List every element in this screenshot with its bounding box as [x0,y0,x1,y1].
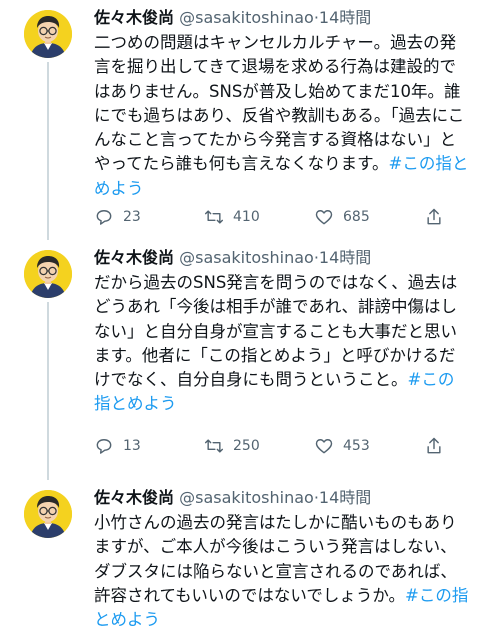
like-count: 685 [343,209,370,225]
retweet-count: 250 [233,438,260,454]
avatar[interactable] [24,250,72,298]
tweet-header: 佐々木俊尚 @sasakitoshinao·14時間 [94,246,470,270]
tweet-body: 小竹さんの過去の発言はたしかに酷いものもありますが、ご本人が今後はこういう発言は… [94,513,457,605]
display-name[interactable]: 佐々木俊尚 [94,488,174,507]
action-bar: 23 410 685 [94,207,454,227]
retweet-icon [204,439,224,453]
share-button[interactable] [424,436,454,456]
retweet-count: 410 [233,209,260,225]
tweet-text: 二つめの問題はキャンセルカルチャー。過去の発言を掘り出してきて退場を求める行為は… [94,31,470,201]
tweet-body: 二つめの問題はキャンセルカルチャー。過去の発言を掘り出してきて退場を求める行為は… [94,33,465,174]
tweet-header: 佐々木俊尚 @sasakitoshinao·14時間 [94,486,470,510]
timestamp[interactable]: 14時間 [319,488,371,507]
avatar-illustration [24,250,72,298]
like-icon [315,210,333,225]
tweet-body: だから過去のSNS発言を問うのではなく、過去はどうあれ「今後は相手が誰であれ、誹… [94,273,458,390]
share-button[interactable] [424,207,454,227]
timestamp[interactable]: 14時間 [319,8,371,27]
display-name[interactable]: 佐々木俊尚 [94,8,174,27]
tweet-2[interactable]: 佐々木俊尚 @sasakitoshinao·14時間 だから過去のSNS発言を問… [0,240,480,480]
retweet-icon [204,210,224,224]
action-bar: 13 250 453 [94,436,454,456]
thread-line [47,62,49,240]
timestamp[interactable]: 14時間 [319,248,371,267]
user-handle[interactable]: @sasakitoshinao [179,8,314,27]
avatar[interactable] [24,10,72,58]
tweet-text: 小竹さんの過去の発言はたしかに酷いものもありますが、ご本人が今後はこういう発言は… [94,511,470,632]
like-button[interactable]: 453 [314,436,424,456]
reply-count: 23 [123,209,141,225]
reply-icon [96,210,112,225]
retweet-button[interactable]: 410 [204,207,314,227]
reply-icon [96,439,112,454]
avatar-illustration [24,490,72,538]
reply-count: 13 [123,438,141,454]
like-count: 453 [343,438,370,454]
share-icon [427,437,441,454]
like-icon [315,439,333,454]
display-name[interactable]: 佐々木俊尚 [94,248,174,267]
tweet-3[interactable]: 佐々木俊尚 @sasakitoshinao·14時間 小竹さんの過去の発言はたし… [0,480,480,631]
like-button[interactable]: 685 [314,207,424,227]
thread-line [47,302,49,480]
tweet-1[interactable]: 佐々木俊尚 @sasakitoshinao·14時間 二つめの問題はキャンセルカ… [0,0,480,240]
avatar[interactable] [24,490,72,538]
reply-button[interactable]: 23 [94,207,204,227]
tweet-header: 佐々木俊尚 @sasakitoshinao·14時間 [94,6,470,30]
user-handle[interactable]: @sasakitoshinao [179,488,314,507]
tweet-text: だから過去のSNS発言を問うのではなく、過去はどうあれ「今後は相手が誰であれ、誹… [94,271,470,417]
reply-button[interactable]: 13 [94,436,204,456]
avatar-illustration [24,10,72,58]
share-icon [427,208,441,225]
retweet-button[interactable]: 250 [204,436,314,456]
user-handle[interactable]: @sasakitoshinao [179,248,314,267]
